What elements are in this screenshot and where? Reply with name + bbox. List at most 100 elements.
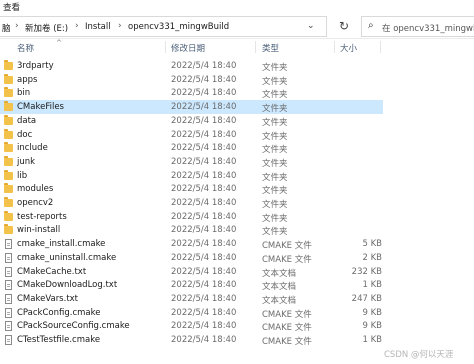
file-size: 5 KB [362,239,382,250]
column-type[interactable]: 类型 [262,42,279,54]
folder-icon [4,155,13,166]
file-date: 2022/5/4 18:40 [171,143,237,154]
menu-bar: 查看 [0,0,474,13]
column-divider[interactable] [334,41,335,53]
file-date: 2022/5/4 18:40 [171,293,237,304]
file-icon [5,252,12,263]
address-bar[interactable]: 脑 › 新加卷 (E:) › Install › opencv331_mingw… [0,16,327,37]
file-date: 2022/5/4 18:40 [171,211,237,222]
file-name: CMakeDownloadLog.txt [17,280,118,291]
file-name: junk [17,156,36,167]
column-divider[interactable] [380,41,381,53]
file-name: win-install [17,225,61,236]
file-icon [5,280,12,291]
search-icon: ⌕ [368,20,374,31]
folder-icon [4,224,13,235]
file-type: CMAKE 文件 [262,254,312,265]
file-name: doc [17,129,33,140]
file-name: data [17,115,37,126]
file-name: CPackConfig.cmake [17,307,101,318]
folder-icon [4,183,13,194]
file-row[interactable]: CPackSourceConfig.cmake 2022/5/4 18:40 CMA… [0,319,474,333]
file-name: cmake_uninstall.cmake [17,252,117,263]
file-row[interactable]: CTestTestfile.cmake 2022/5/4 18:40 CMAKE 文… [0,333,474,347]
file-type: 文件夹 [262,172,288,183]
file-date: 2022/5/4 18:40 [171,198,237,208]
folder-icon [4,210,13,221]
breadcrumb-pc[interactable]: 脑 [2,22,11,34]
chevron-down-icon[interactable]: ⌄ [307,21,315,31]
file-date: 2022/5/4 18:40 [171,239,237,250]
folder-icon [4,87,13,98]
file-row[interactable]: bin 2022/5/4 18:40 文件夹 [0,86,474,100]
file-row[interactable]: include 2022/5/4 18:40 文件夹 [0,141,474,155]
file-date: 2022/5/4 18:40 [171,156,237,167]
breadcrumb-install[interactable]: Install [85,22,111,32]
file-row[interactable]: CMakeVars.txt 2022/5/4 18:40 文本文档 247 KB [0,292,474,306]
search-input[interactable]: ⌕ 在 opencv331_mingwBuild [361,16,474,37]
file-type: 文件夹 [262,63,288,73]
file-type: 文件夹 [262,76,288,87]
file-row[interactable]: apps 2022/5/4 18:40 文件夹 [0,73,474,87]
breadcrumb-current[interactable]: opencv331_mingwBuild [128,22,229,32]
file-name: cmake_install.cmake [17,239,106,250]
file-name: lib [17,170,28,181]
file-row[interactable]: doc 2022/5/4 18:40 文件夹 [0,128,474,142]
file-name: CMakeCache.txt [17,266,87,277]
file-date: 2022/5/4 18:40 [171,115,237,126]
file-row[interactable]: 3rdparty 2022/5/4 18:40 文件夹 [0,59,474,73]
column-header: ^ 名称 修改日期 类型 大小 [0,39,474,54]
file-date: 2022/5/4 18:40 [171,307,237,318]
file-type: 文件夹 [262,145,288,156]
file-date: 2022/5/4 18:40 [171,321,237,332]
file-date: 2022/5/4 18:40 [171,170,237,181]
refresh-icon[interactable]: ↻ [334,16,354,36]
column-size[interactable]: 大小 [340,42,357,54]
file-type: CMAKE 文件 [262,241,312,252]
file-date: 2022/5/4 18:40 [171,225,237,236]
file-date: 2022/5/4 18:40 [171,88,237,99]
column-divider[interactable] [255,41,256,53]
file-icon [5,335,12,345]
file-type: 文件夹 [262,104,288,115]
file-icon [5,266,12,277]
menu-view[interactable]: 查看 [3,1,20,13]
file-name: CPackSourceConfig.cmake [17,321,130,332]
column-date[interactable]: 修改日期 [171,42,205,54]
file-row[interactable]: opencv2 2022/5/4 18:40 文件夹 [0,196,474,210]
file-icon [5,293,12,304]
file-type: 文件夹 [262,90,288,101]
folder-icon [4,73,13,84]
file-name: include [17,143,48,154]
file-row[interactable]: CMakeDownloadLog.txt 2022/5/4 18:40 文本文档 1 … [0,278,474,292]
file-row[interactable]: CMakeCache.txt 2022/5/4 18:40 文本文档 232 KB [0,265,474,279]
breadcrumb-separator[interactable]: › [118,21,122,31]
breadcrumb-drive[interactable]: 新加卷 (E:) [25,22,68,34]
file-type: 文件夹 [262,158,288,169]
file-row[interactable]: lib 2022/5/4 18:40 文件夹 [0,169,474,183]
file-icon [5,307,12,318]
column-divider[interactable] [165,41,166,53]
file-row[interactable]: modules 2022/5/4 18:40 文件夹 [0,182,474,196]
breadcrumb-separator[interactable]: › [15,21,19,31]
file-date: 2022/5/4 18:40 [171,102,237,113]
file-row[interactable]: CPackConfig.cmake 2022/5/4 18:40 CMAKE 文件 9… [0,306,474,320]
breadcrumb-separator[interactable]: › [75,21,79,31]
file-size: 2 KB [362,252,382,263]
file-name: test-reports [17,211,67,222]
file-size: 9 KB [362,307,382,318]
file-row[interactable]: CMakeFiles 2022/5/4 18:40 文件夹 [0,100,383,114]
file-size: 232 KB [351,266,382,277]
file-icon [5,321,12,332]
column-name[interactable]: 名称 [17,42,34,54]
file-name: CMakeVars.txt [17,293,79,304]
file-name: CTestTestfile.cmake [17,335,101,345]
file-row[interactable]: cmake_uninstall.cmake 2022/5/4 18:40 CMAKE… [0,251,474,265]
file-row[interactable]: cmake_install.cmake 2022/5/4 18:40 CMAKE 文… [0,237,474,251]
file-row[interactable]: win-install 2022/5/4 18:40 文件夹 [0,223,474,237]
file-row[interactable]: test-reports 2022/5/4 18:40 文件夹 [0,210,474,224]
file-type: 文本文档 [262,282,297,293]
file-size: 247 KB [351,293,382,304]
file-row[interactable]: data 2022/5/4 18:40 文件夹 [0,114,474,128]
file-row[interactable]: junk 2022/5/4 18:40 文件夹 [0,155,474,169]
